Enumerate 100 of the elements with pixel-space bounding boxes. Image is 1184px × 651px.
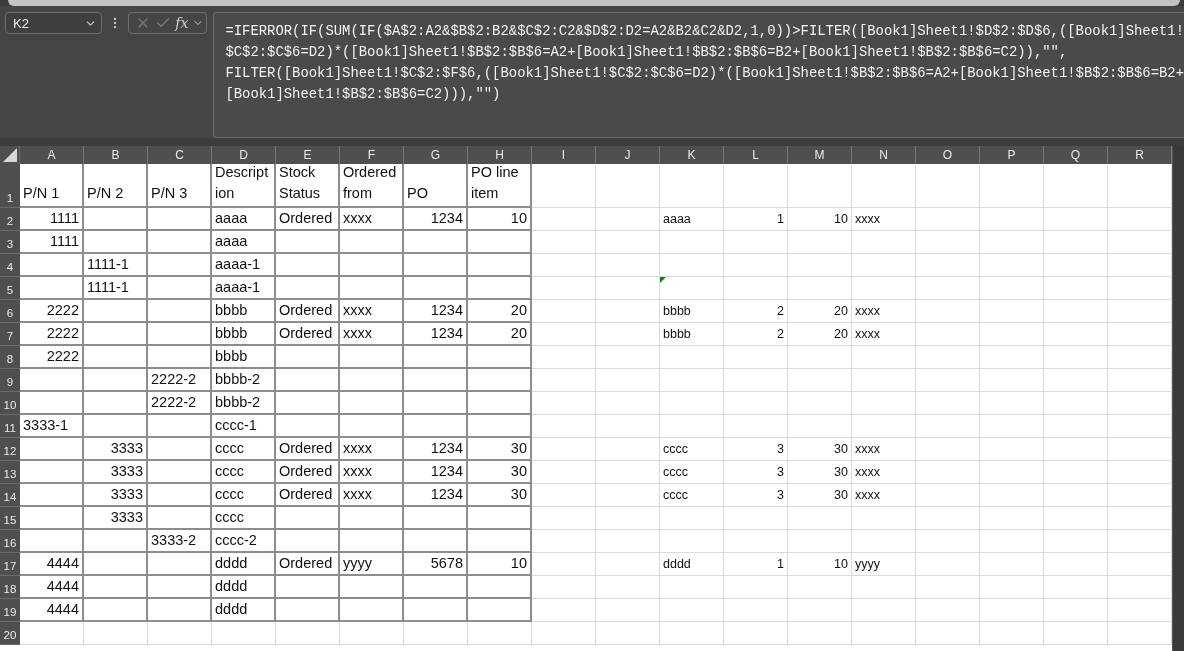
column-header[interactable]: N [852, 146, 916, 164]
table-cell [1044, 530, 1108, 553]
row-header[interactable]: 10 [0, 392, 20, 415]
table-cell [596, 346, 660, 369]
table-cell [1044, 576, 1108, 599]
name-box[interactable]: K2 [5, 12, 103, 34]
column-header[interactable]: R [1108, 146, 1172, 164]
row-header[interactable]: 20 [0, 622, 20, 645]
table-cell [788, 530, 852, 553]
table-cell [404, 599, 468, 622]
column-header[interactable]: C [148, 146, 212, 164]
table-cell: 2222 [20, 323, 84, 346]
column-header[interactable]: H [468, 146, 532, 164]
table-cell: 3333 [84, 438, 148, 461]
table-cell [404, 231, 468, 254]
column-header[interactable]: P [980, 146, 1044, 164]
row-header[interactable]: 5 [0, 277, 20, 300]
table-cell [532, 415, 596, 438]
table-cell [1044, 231, 1108, 254]
row-header[interactable]: 3 [0, 231, 20, 254]
table-cell [468, 415, 532, 438]
row-header[interactable]: 14 [0, 484, 20, 507]
table-cell [404, 576, 468, 599]
table-cell [596, 254, 660, 277]
table-cell: xxxx [852, 484, 916, 507]
table-cell: 2222-2 [148, 369, 212, 392]
table-cell [1044, 507, 1108, 530]
row-header[interactable]: 4 [0, 254, 20, 277]
table-cell [532, 323, 596, 346]
column-header[interactable]: B [84, 146, 148, 164]
table-cell: xxxx [340, 438, 404, 461]
table-cell: dddd [660, 553, 724, 576]
table-cell [148, 254, 212, 277]
column-header[interactable]: M [788, 146, 852, 164]
table-cell: xxxx [852, 461, 916, 484]
row-header[interactable]: 17 [0, 553, 20, 576]
table-cell [788, 576, 852, 599]
table-cell [148, 277, 212, 300]
insert-function-button[interactable]: fx [175, 15, 189, 31]
table-cell: yyyy [852, 553, 916, 576]
table-cell [724, 254, 788, 277]
table-cell [916, 277, 980, 300]
column-header[interactable]: O [916, 146, 980, 164]
column-header[interactable]: G [404, 146, 468, 164]
table-cell: Ordered [276, 484, 340, 507]
column-header[interactable]: J [596, 146, 660, 164]
table-cell [660, 369, 724, 392]
table-cell [596, 438, 660, 461]
select-all-corner[interactable] [0, 146, 20, 164]
row-header[interactable]: 2 [0, 208, 20, 231]
column-header[interactable]: A [20, 146, 84, 164]
table-cell [84, 392, 148, 415]
table-cell [852, 507, 916, 530]
column-header[interactable]: Q [1044, 146, 1108, 164]
column-header[interactable]: I [532, 146, 596, 164]
table-cell [660, 346, 724, 369]
table-cell: bbbb-2 [212, 392, 276, 415]
column-header[interactable]: F [340, 146, 404, 164]
row-header[interactable]: 19 [0, 599, 20, 622]
table-cell: 1234 [404, 300, 468, 323]
column-header[interactable]: E [276, 146, 340, 164]
table-cell [340, 530, 404, 553]
table-cell [148, 553, 212, 576]
table-cell [148, 507, 212, 530]
table-cell [916, 507, 980, 530]
table-cell [276, 277, 340, 300]
table-cell [1044, 484, 1108, 507]
row-header[interactable]: 8 [0, 346, 20, 369]
table-cell [788, 622, 852, 645]
row-header[interactable]: 7 [0, 323, 20, 346]
table-cell [980, 438, 1044, 461]
row-header[interactable]: 11 [0, 415, 20, 438]
table-cell [84, 599, 148, 622]
table-cell [1044, 438, 1108, 461]
column-header[interactable]: L [724, 146, 788, 164]
row-header[interactable]: 1 [0, 164, 20, 208]
column-header[interactable]: K [660, 146, 724, 164]
table-cell: P/N 2 [84, 164, 148, 208]
column-header[interactable]: D [212, 146, 276, 164]
row-header[interactable]: 15 [0, 507, 20, 530]
table-cell [724, 576, 788, 599]
formula-field[interactable]: =IFERROR(IF(SUM(IF($A$2:A2&$B$2:B2&$C$2:C2&$D$2:D2=A2&B2&C2&D2,1,0))>FILTER([Book1]Sheet1!$D$2:$D$6,([Book1]Sheet1! $C$2:$C$6=D2)*([Book1]Sheet1!$B$2:$B$6=A2+[Book1]Sheet1!$B$2:$B$6=B2+[Book1]Sheet1!$B$2:$B$6=C2)),"", FILTER([Book1]Sheet1!$C$2:$F$6,([Book1]Sheet1!$C$2:$C$6=D2)*([Book1]Sheet1!$B$2:$B$6=A2+[Book1]Sheet1!$B$2:$B$6=B2+ [Book1]Sheet1!$B$2:$B$6=C2))),"") [213, 12, 1184, 138]
table-cell: 1234 [404, 323, 468, 346]
table-cell [532, 346, 596, 369]
table-cell [1044, 346, 1108, 369]
row-header[interactable]: 6 [0, 300, 20, 323]
table-cell [532, 277, 596, 300]
row-header[interactable]: 16 [0, 530, 20, 553]
row-header[interactable]: 13 [0, 461, 20, 484]
row-header[interactable]: 18 [0, 576, 20, 599]
table-cell [852, 415, 916, 438]
row-header[interactable]: 12 [0, 438, 20, 461]
table-cell [532, 300, 596, 323]
table-cell [276, 415, 340, 438]
table-cell [532, 231, 596, 254]
table-cell [852, 599, 916, 622]
table-cell [1044, 300, 1108, 323]
table-cell: dddd [212, 576, 276, 599]
row-header[interactable]: 9 [0, 369, 20, 392]
table-cell [404, 277, 468, 300]
